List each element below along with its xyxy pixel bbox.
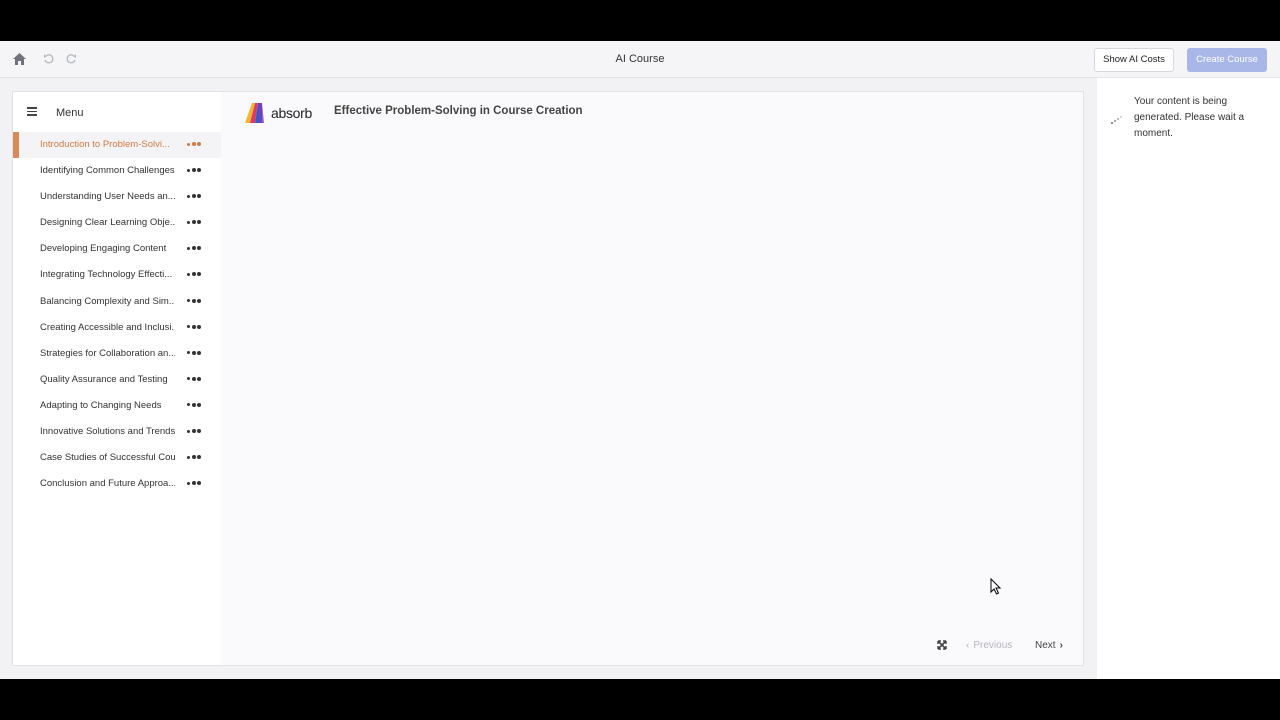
- sidebar-item[interactable]: Strategies for Collaboration an...: [13, 341, 221, 367]
- more-options-icon[interactable]: [187, 298, 201, 303]
- course-title: Effective Problem-Solving in Course Crea…: [334, 105, 583, 117]
- sidebar-item-label: Case Studies of Successful Cou...: [40, 452, 175, 464]
- more-options-icon[interactable]: [187, 142, 201, 146]
- course-player: Menu Introduction to Problem-Solvi... Ide…: [12, 91, 1084, 666]
- sidebar-item-label: Understanding User Needs an...: [40, 191, 175, 203]
- more-options-icon[interactable]: [187, 402, 201, 407]
- more-options-icon[interactable]: [187, 168, 201, 173]
- hamburger-icon[interactable]: [27, 107, 37, 116]
- sidebar-item-label: Adapting to Changing Needs: [40, 399, 162, 411]
- sidebar-item-label: Creating Accessible and Inclusi...: [40, 321, 175, 333]
- menu-label: Menu: [56, 107, 84, 119]
- sidebar-item-label: Developing Engaging Content: [40, 243, 167, 255]
- sidebar-item[interactable]: Understanding User Needs an...: [13, 184, 221, 210]
- ai-generation-panel: Your content is being generated. Please …: [1097, 78, 1280, 679]
- sidebar-item[interactable]: Developing Engaging Content: [13, 236, 221, 262]
- lesson-content: absorb Effective Problem-Solving in Cour…: [221, 92, 1083, 665]
- more-options-icon[interactable]: [187, 272, 201, 277]
- more-options-icon[interactable]: [187, 455, 201, 460]
- sidebar-item[interactable]: Conclusion and Future Approa...: [13, 471, 221, 497]
- top-toolbar: AI Course Show AI Costs Create Course: [0, 41, 1280, 78]
- logo-text: absorb: [271, 105, 313, 121]
- loading-spinner-icon: [1111, 116, 1122, 124]
- more-options-icon[interactable]: [187, 246, 201, 251]
- sidebar-item[interactable]: Quality Assurance and Testing: [13, 367, 221, 393]
- next-button[interactable]: Next ›: [1035, 640, 1063, 651]
- sidebar-item[interactable]: Integrating Technology Effecti...: [13, 262, 221, 288]
- sidebar-item-label: Quality Assurance and Testing: [40, 373, 168, 385]
- sidebar-item[interactable]: Adapting to Changing Needs: [13, 393, 221, 419]
- sidebar-item-label: Integrating Technology Effecti...: [40, 269, 173, 281]
- sidebar-item[interactable]: Identifying Common Challenges: [13, 158, 221, 184]
- more-options-icon[interactable]: [187, 350, 201, 355]
- course-menu-sidebar: Menu Introduction to Problem-Solvi... Ide…: [13, 92, 221, 665]
- sidebar-item-label: Strategies for Collaboration an...: [40, 347, 175, 359]
- more-options-icon[interactable]: [187, 194, 201, 199]
- more-options-icon[interactable]: [187, 481, 201, 486]
- more-options-icon[interactable]: [187, 429, 201, 434]
- menu-header[interactable]: Menu: [13, 92, 221, 132]
- more-options-icon[interactable]: [187, 324, 201, 329]
- chevron-left-icon: ‹: [966, 640, 970, 651]
- sidebar-item-label: Identifying Common Challenges: [40, 165, 175, 177]
- sidebar-item-label: Balancing Complexity and Sim...: [40, 295, 175, 307]
- absorb-logo-icon: [245, 103, 264, 123]
- sidebar-item[interactable]: Balancing Complexity and Sim...: [13, 289, 221, 315]
- sidebar-item-label: Designing Clear Learning Obje...: [40, 217, 175, 229]
- chevron-right-icon: ›: [1059, 640, 1063, 651]
- sidebar-item-label: Innovative Solutions and Trends: [40, 426, 175, 438]
- expand-icon[interactable]: [937, 640, 947, 653]
- generation-status-text: Your content is being generated. Please …: [1134, 96, 1245, 139]
- mouse-cursor-icon: [990, 578, 1002, 595]
- sidebar-item[interactable]: Creating Accessible and Inclusi...: [13, 315, 221, 341]
- page-title: AI Course: [615, 53, 665, 65]
- absorb-logo: absorb: [243, 101, 312, 125]
- create-course-button[interactable]: Create Course: [1187, 48, 1267, 72]
- sidebar-item[interactable]: Case Studies of Successful Cou...: [13, 445, 221, 471]
- app-frame: AI Course Show AI Costs Create Course Me…: [0, 41, 1280, 679]
- previous-label: Previous: [973, 640, 1013, 651]
- sidebar-item[interactable]: Introduction to Problem-Solvi...: [13, 132, 221, 159]
- sidebar-item[interactable]: Designing Clear Learning Obje...: [13, 210, 221, 236]
- menu-items-list: Introduction to Problem-Solvi... Identify…: [13, 132, 221, 497]
- sidebar-item-label: Conclusion and Future Approa...: [40, 478, 175, 490]
- previous-button[interactable]: ‹ Previous: [966, 640, 1012, 651]
- more-options-icon[interactable]: [187, 220, 201, 225]
- sidebar-item-label: Introduction to Problem-Solvi...: [40, 139, 170, 150]
- next-label: Next: [1035, 640, 1056, 651]
- sidebar-item[interactable]: Innovative Solutions and Trends: [13, 419, 221, 445]
- show-ai-costs-button[interactable]: Show AI Costs: [1094, 48, 1174, 72]
- more-options-icon[interactable]: [187, 376, 201, 381]
